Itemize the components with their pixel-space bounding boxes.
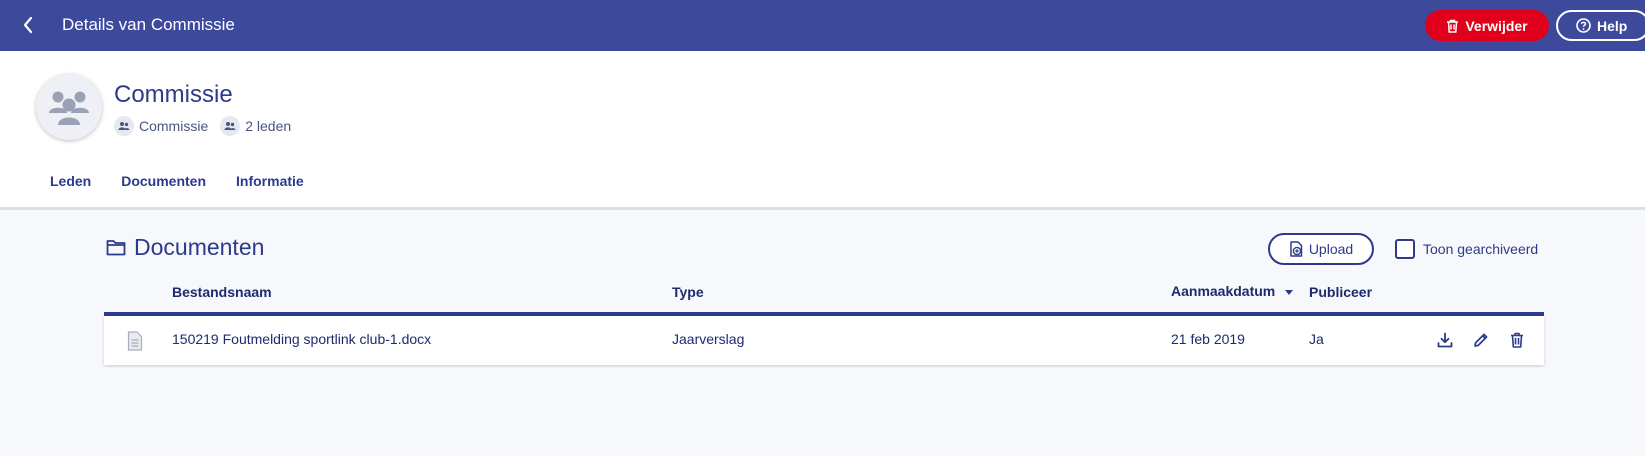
- tabs-divider: [0, 207, 1645, 210]
- entity-name: Commissie: [114, 81, 233, 108]
- help-icon: [1576, 18, 1591, 33]
- file-upload-icon: [1290, 241, 1303, 257]
- show-archived-label: Toon gearchiveerd: [1423, 241, 1539, 257]
- documents-title: Documenten: [134, 234, 265, 260]
- tab-leden[interactable]: Leden: [35, 164, 106, 210]
- cell-publish: Ja: [1309, 331, 1324, 347]
- tab-documenten[interactable]: Documenten: [106, 164, 222, 210]
- tab-bar: Leden Documenten Informatie: [35, 164, 319, 210]
- top-bar: Details van Commissie Verwijder Help: [0, 0, 1645, 51]
- column-header-publish[interactable]: Publiceer: [1309, 284, 1372, 300]
- trash-icon: [1447, 19, 1459, 33]
- chevron-left-icon: [23, 16, 33, 34]
- delete-row-button[interactable]: [1506, 329, 1528, 351]
- column-header-type[interactable]: Type: [672, 284, 704, 300]
- group-icon: [220, 116, 241, 136]
- help-button-label: Help: [1597, 17, 1628, 34]
- download-button[interactable]: [1434, 329, 1456, 351]
- documents-heading: Documenten: [106, 234, 264, 261]
- column-header-name[interactable]: Bestandsnaam: [172, 284, 272, 300]
- delete-button[interactable]: Verwijder: [1425, 10, 1549, 41]
- back-button[interactable]: [16, 13, 40, 37]
- tab-informatie[interactable]: Informatie: [221, 164, 319, 210]
- upload-button-label: Upload: [1308, 241, 1354, 257]
- group-icon: [49, 91, 89, 125]
- entity-meta: Commissie 2 leden: [114, 116, 291, 136]
- sort-desc-icon: [1285, 289, 1294, 295]
- delete-button-label: Verwijder: [1465, 17, 1528, 34]
- group-avatar: [36, 74, 102, 140]
- cell-date: 21 feb 2019: [1171, 331, 1245, 347]
- show-archived-toggle[interactable]: Toon gearchiveerd: [1395, 239, 1538, 259]
- member-count: 2 leden: [220, 116, 291, 136]
- download-icon: [1437, 332, 1453, 348]
- member-count-label: 2 leden: [245, 118, 292, 134]
- page-title: Details van Commissie: [62, 15, 235, 34]
- column-header-date-label: Aanmaakdatum: [1171, 283, 1276, 299]
- table-row[interactable]: 150219 Foutmelding sportlink club-1.docx…: [104, 316, 1544, 365]
- entity-type: Commissie: [114, 116, 208, 136]
- edit-button[interactable]: [1470, 329, 1492, 351]
- show-archived-checkbox[interactable]: [1395, 239, 1415, 259]
- column-header-date[interactable]: Aanmaakdatum: [1171, 283, 1294, 299]
- document-file-icon: [127, 331, 143, 351]
- entity-header: Commissie Commissie 2 leden Leden Docume…: [0, 51, 1645, 210]
- group-icon: [114, 116, 134, 136]
- entity-type-label: Commissie: [139, 118, 209, 134]
- cell-type: Jaarverslag: [672, 331, 745, 347]
- folder-icon: [106, 240, 126, 256]
- upload-button[interactable]: Upload: [1268, 233, 1374, 265]
- cell-filename[interactable]: 150219 Foutmelding sportlink club-1.docx: [172, 331, 431, 347]
- help-button[interactable]: Help: [1556, 10, 1645, 41]
- trash-icon: [1511, 332, 1523, 348]
- pencil-icon: [1474, 333, 1488, 347]
